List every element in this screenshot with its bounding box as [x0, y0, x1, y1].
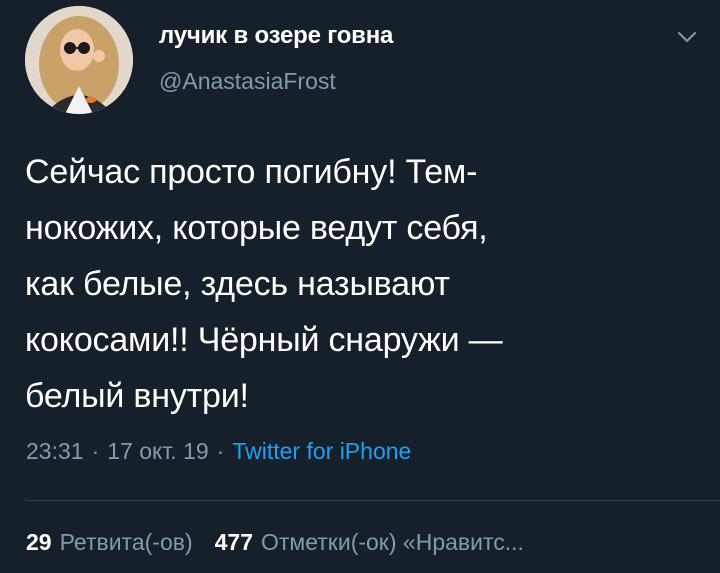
tweet-text-line: белый внутри! [25, 377, 249, 415]
tweet-text-line: как белые, здесь называют [25, 265, 450, 303]
user-handle[interactable]: @AnastasiaFrost [159, 68, 336, 95]
tweet-text-line: Сейчас просто погибну! Тем- [25, 153, 478, 191]
display-name[interactable]: лучик в озере говна [159, 22, 393, 50]
meta-separator: · [216, 438, 225, 464]
tweet-source-link[interactable]: Twitter for iPhone [232, 438, 411, 464]
likes-label: Отметки(-ок) «Нравитс... [260, 529, 524, 555]
retweets-stat[interactable]: 29 Ретвита(-ов) [26, 529, 193, 555]
tweet-card: лучик в озере говна @AnastasiaFrost Сейч… [0, 0, 720, 573]
tweet-date[interactable]: 17 окт. 19 [107, 438, 208, 464]
likes-count: 477 [214, 529, 253, 555]
tweet-stats: 29 Ретвита(-ов) 477 Отметки(-ок) «Нравитс..… [26, 529, 524, 556]
avatar[interactable] [25, 6, 133, 114]
tweet-text-line: нокожих, которые ведут себя, [25, 209, 488, 247]
meta-separator: · [91, 438, 100, 464]
likes-stat[interactable]: 477 Отметки(-ок) «Нравитс... [215, 529, 524, 555]
tweet-time[interactable]: 23:31 [26, 438, 84, 464]
retweets-label: Ретвита(-ов) [59, 529, 193, 555]
tweet-text-line: кокосами!! Чёрный снаружи — [25, 321, 503, 359]
retweets-count: 29 [26, 529, 52, 555]
chevron-down-icon[interactable] [674, 24, 700, 50]
divider [25, 500, 720, 501]
tweet-text: Сейчас просто погибну! Тем- нокожих, кот… [25, 144, 695, 424]
profile-photo-icon [25, 6, 133, 114]
tweet-meta: 23:31 · 17 окт. 19 · Twitter for iPhone [26, 438, 411, 465]
